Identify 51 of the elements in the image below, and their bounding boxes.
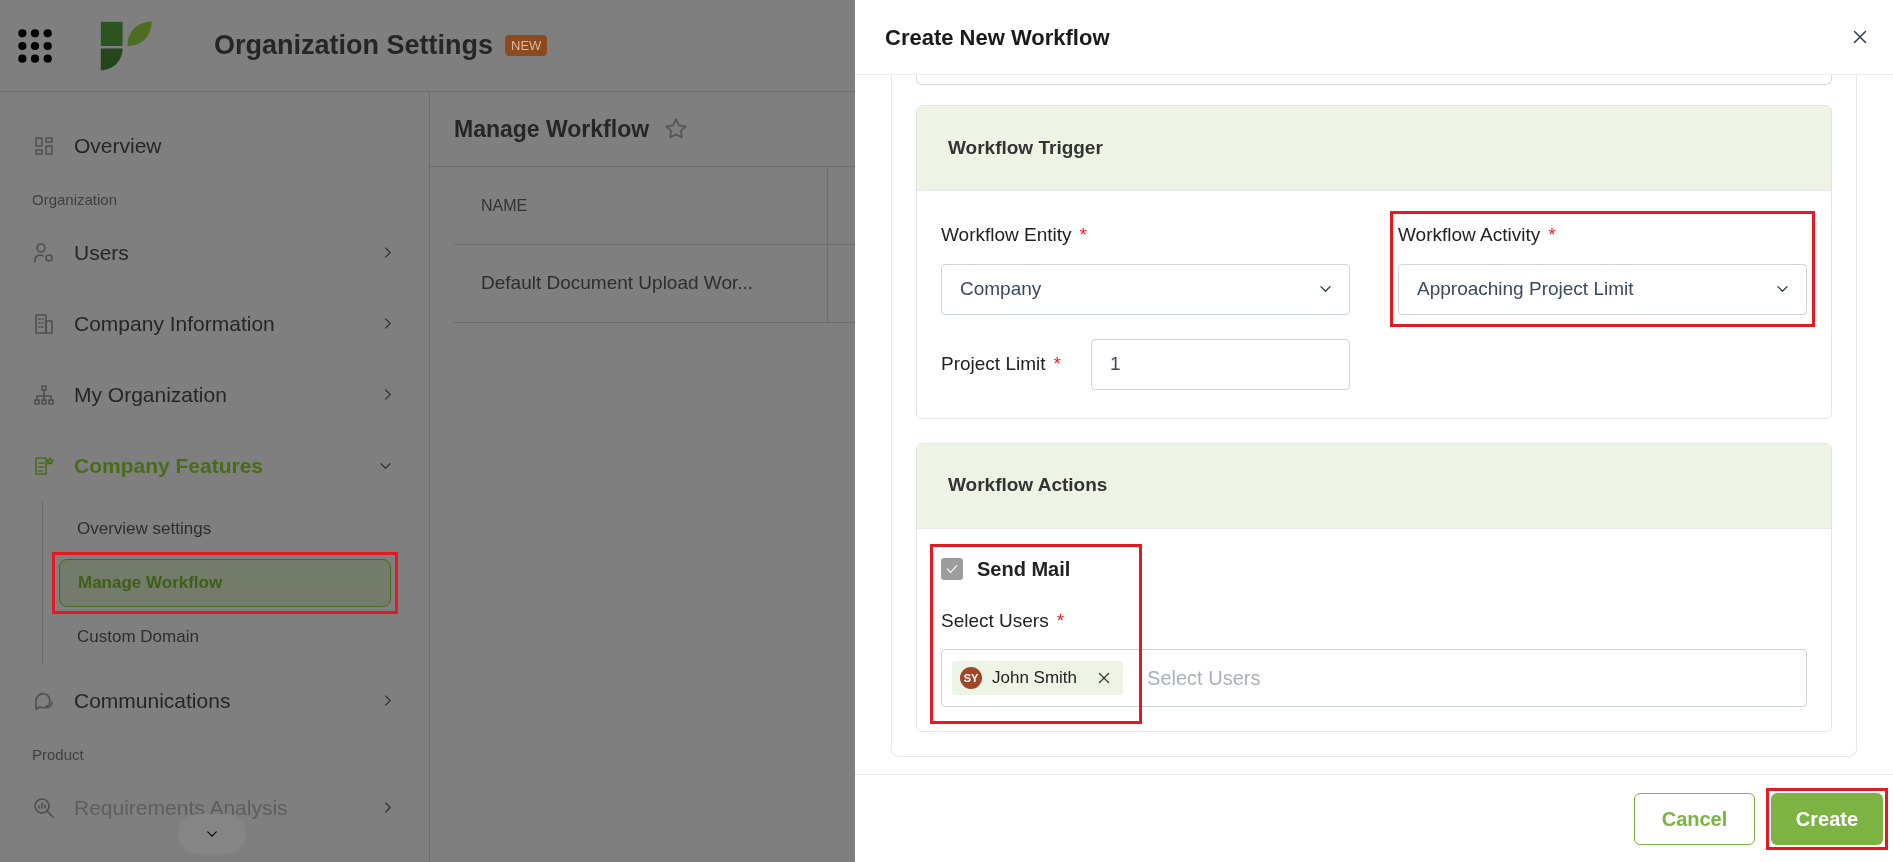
required-mark: * bbox=[1053, 351, 1061, 376]
app-title: Organization Settings bbox=[214, 29, 494, 63]
section-label: Organization bbox=[31, 190, 119, 210]
input-field[interactable]: 1 bbox=[1090, 338, 1350, 390]
section-label: Product bbox=[31, 745, 85, 765]
sidebar-icon bbox=[32, 311, 56, 336]
chip-label: John Smith bbox=[992, 667, 1078, 690]
checkbox[interactable] bbox=[941, 557, 963, 580]
field-label: Select Users bbox=[941, 608, 1049, 633]
section-title: Workflow Actions bbox=[948, 473, 1108, 498]
user-select-field[interactable]: SY John Smith Select Users bbox=[941, 649, 1807, 707]
chevron-down-icon bbox=[1320, 286, 1331, 292]
required-mark: * bbox=[1056, 608, 1065, 633]
sidebar-item[interactable]: Company Information bbox=[0, 288, 429, 359]
submenu-item[interactable]: Custom Domain bbox=[59, 613, 391, 661]
create-button[interactable]: Create bbox=[1771, 792, 1883, 845]
sidebar-icon bbox=[32, 382, 56, 407]
section-title: Workflow Trigger bbox=[948, 135, 1103, 160]
required-mark: * bbox=[1548, 223, 1556, 247]
field-label: Workflow Activity bbox=[1398, 223, 1541, 247]
chevron-down-icon bbox=[380, 462, 391, 469]
column-header: NAME bbox=[454, 167, 828, 244]
dropdown-select[interactable]: Company bbox=[941, 263, 1350, 315]
chevron-down-icon bbox=[1777, 286, 1788, 292]
sidebar-item[interactable]: Overview bbox=[0, 110, 429, 181]
sidebar-icon bbox=[32, 240, 56, 265]
chevron-right-icon bbox=[385, 695, 391, 706]
page-title: Manage Workflow bbox=[454, 114, 650, 144]
field-label: Workflow Entity bbox=[941, 223, 1072, 247]
user-search-input[interactable]: Select Users bbox=[1147, 663, 1796, 693]
new-badge: NEW bbox=[505, 34, 548, 57]
chevron-right-icon bbox=[385, 389, 391, 400]
dropdown-select[interactable]: Approaching Project Limit bbox=[1398, 263, 1807, 315]
submenu-item[interactable]: Overview settings bbox=[59, 505, 391, 553]
table-cell: Default Document Upload Wor... bbox=[454, 245, 828, 322]
sidebar-icon bbox=[32, 795, 56, 820]
avatar-initials: SY bbox=[960, 667, 982, 689]
input-field[interactable] bbox=[916, 75, 1832, 85]
sidebar-item[interactable]: My Organization bbox=[0, 359, 429, 430]
cancel-button[interactable]: Cancel bbox=[1634, 792, 1755, 845]
required-mark: * bbox=[1079, 223, 1087, 247]
chevron-right-icon bbox=[385, 802, 391, 813]
sidebar-item[interactable]: Users bbox=[0, 217, 429, 288]
drawer-title: Create New Workflow bbox=[885, 23, 1110, 52]
chevron-right-icon bbox=[385, 247, 391, 258]
checkbox-label: Send Mail bbox=[977, 556, 1071, 582]
sidebar-item[interactable]: Communications bbox=[0, 665, 429, 736]
chevron-right-icon bbox=[385, 318, 391, 329]
app-grid-icon bbox=[16, 26, 54, 65]
chevron-down-icon bbox=[207, 831, 217, 837]
field-label: Project Limit bbox=[941, 351, 1046, 376]
